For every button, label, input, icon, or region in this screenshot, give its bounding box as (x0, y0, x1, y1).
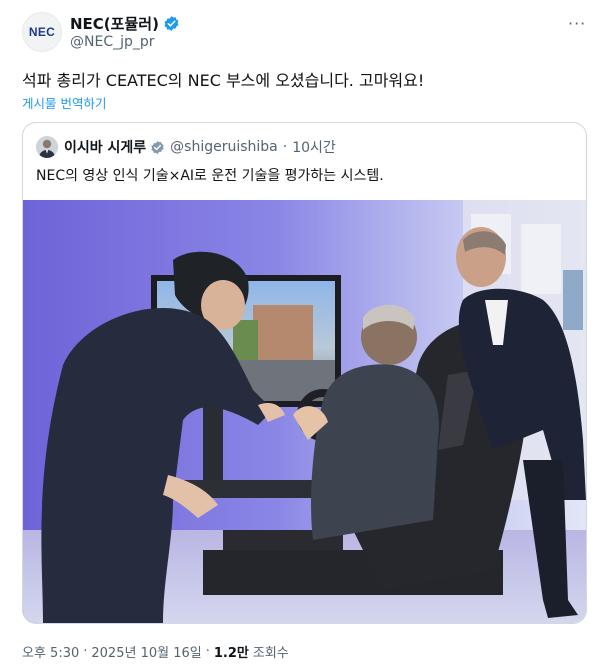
quoted-handle[interactable]: @shigeruishiba (170, 139, 278, 155)
verified-badge-icon (150, 140, 165, 155)
author-name-row[interactable]: NEC(포뮬러) (70, 13, 180, 34)
quoted-name-row: 이시바 시게루 @shigeruishiba · 10시간 (64, 137, 336, 157)
tweet-time[interactable]: 오후 5:30 (22, 642, 79, 661)
more-options-icon[interactable]: ··· (568, 14, 586, 33)
quoted-tweet[interactable]: 이시바 시게루 @shigeruishiba · 10시간 NEC의 영상 인식… (22, 122, 587, 624)
views-label: 조회수 (252, 646, 289, 661)
nec-avatar[interactable]: NEC (22, 12, 62, 52)
quoted-avatar[interactable] (36, 136, 58, 158)
tweet-footer: 오후 5:30 · 2025년 10월 16일 · 1.2만 조회수 (22, 642, 289, 661)
verified-badge-icon (163, 15, 180, 32)
quoted-separator: · (282, 139, 288, 155)
views-count: 1.2만 (213, 646, 249, 661)
footer-dot: · (83, 644, 88, 659)
author-display-name[interactable]: NEC(포뮬러) (70, 13, 159, 34)
quoted-time[interactable]: 10시간 (292, 137, 336, 157)
footer-dot-2: · (205, 644, 210, 659)
tweet-text: 석파 총리가 CEATEC의 NEC 부스에 오셨습니다. 고마워요! (22, 71, 425, 90)
author-handle[interactable]: @NEC_jp_pr (70, 34, 155, 50)
quoted-text: NEC의 영상 인식 기술×AI로 운전 기술을 평가하는 시스템. (36, 168, 384, 184)
nec-logo: NEC (28, 25, 56, 39)
quoted-photo[interactable] (23, 200, 586, 623)
translate-link[interactable]: 게시물 번역하기 (22, 93, 106, 112)
tweet-date[interactable]: 2025년 10월 16일 (91, 642, 201, 661)
quoted-display-name[interactable]: 이시바 시게루 (64, 137, 146, 157)
